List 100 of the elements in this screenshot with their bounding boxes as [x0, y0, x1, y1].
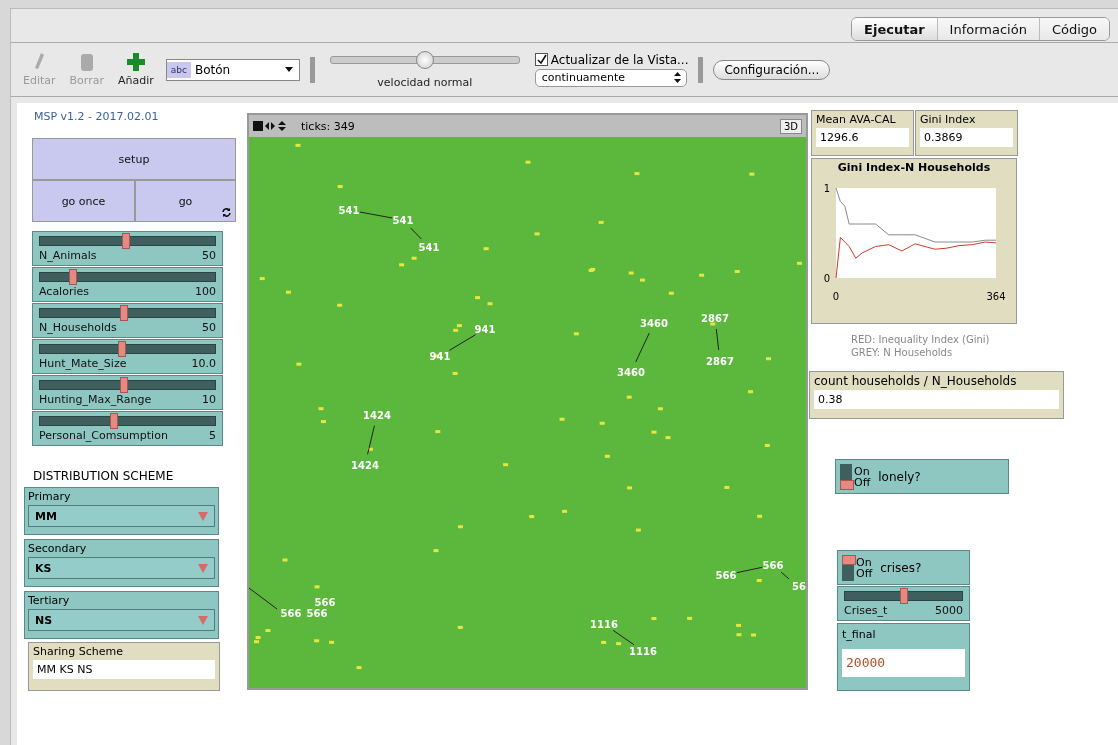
update-mode-select[interactable]: continuamente	[534, 68, 687, 87]
chooser-field[interactable]: KS	[28, 557, 215, 579]
slider-label: Crises_t	[844, 604, 888, 617]
slider-value: 50	[202, 249, 216, 262]
model-button[interactable]: setup	[32, 138, 236, 180]
plot-title: Gini Index-N Households	[836, 161, 992, 174]
link-line	[635, 332, 650, 363]
speed-slider[interactable]	[329, 50, 520, 70]
turtle-label: 566	[280, 608, 302, 619]
switch-label: crises?	[880, 560, 922, 575]
dropdown-value: Botón	[195, 62, 232, 77]
view-controls-icon	[253, 120, 287, 132]
switch-toggle[interactable]	[840, 463, 852, 490]
speed-label: velocidad normal	[377, 76, 473, 89]
slider-label: Hunting_Max_Range	[39, 393, 152, 406]
slider-thumb[interactable]	[120, 305, 128, 321]
tab[interactable]: Información	[937, 18, 1040, 40]
settings-button[interactable]: Configuración...	[713, 59, 831, 80]
switch-on-text: On	[856, 556, 873, 568]
turtle-label: 941	[429, 351, 451, 362]
slider[interactable]: Hunting_Max_Range 10	[32, 375, 223, 410]
turtle-label: 941	[474, 324, 496, 335]
dropdown-triangle-icon	[198, 615, 208, 625]
chooser-field[interactable]: NS	[28, 609, 215, 631]
turtle-label: 541	[418, 242, 440, 253]
turtle-label: 541	[392, 215, 414, 226]
chooser[interactable]: Secondary KS	[24, 539, 219, 587]
link-line	[715, 328, 720, 351]
link-line	[249, 587, 278, 610]
monitor-value: MM KS NS	[33, 660, 215, 679]
switch-label: lonely?	[878, 469, 921, 484]
switch-toggle[interactable]	[842, 554, 854, 581]
tab[interactable]: Ejecutar	[852, 18, 938, 40]
monitor-label: Sharing Scheme	[33, 645, 124, 658]
monitor-value: 0.3869	[920, 128, 1013, 147]
link-line	[367, 425, 375, 455]
checkbox[interactable]	[534, 53, 548, 66]
trash-can-icon	[79, 52, 94, 72]
chooser-value: NS	[35, 613, 53, 627]
monitor-label: Mean AVA-CAL	[816, 113, 897, 126]
slider-thumb[interactable]	[120, 377, 128, 393]
switch-off-text: Off	[854, 476, 871, 488]
model-button[interactable]: go once	[32, 180, 135, 222]
toolbar-separator	[698, 56, 704, 83]
slider-thumb[interactable]	[118, 341, 127, 357]
dropdown-triangle-icon	[198, 511, 208, 521]
slider-thumb[interactable]	[69, 269, 78, 285]
chooser[interactable]: Tertiary NS	[24, 591, 219, 639]
slider-value: 100	[195, 285, 216, 298]
chooser[interactable]: Primary MM	[24, 487, 219, 535]
slider-thumb[interactable]	[121, 233, 130, 249]
input-field[interactable]: 20000	[842, 649, 965, 677]
slider[interactable]: N_Households 50	[32, 303, 223, 338]
turtle-label: 566	[306, 608, 328, 619]
slider-label: N_Animals	[39, 249, 97, 262]
pencil-icon	[33, 52, 46, 72]
dropdown-triangle-icon	[198, 563, 208, 573]
legend-note: RED: Inequality Index (Gini)	[851, 334, 990, 345]
plus-icon	[126, 52, 145, 72]
turtle-label: 56	[792, 581, 806, 592]
monitor-label: Gini Index	[920, 113, 977, 126]
slider-thumb[interactable]	[899, 588, 908, 604]
chooser-value: MM	[35, 509, 57, 523]
slider-thumb[interactable]	[109, 413, 118, 429]
chooser-label: Primary	[27, 489, 72, 505]
slider-label: N_Households	[39, 321, 117, 334]
slider-value: 10	[202, 393, 216, 406]
widget-type-dropdown[interactable]: abc Botón	[165, 58, 300, 81]
toolbar-button[interactable]: Añadir	[116, 52, 156, 87]
turtle-label: 2867	[701, 313, 729, 324]
y-tick: 0	[823, 273, 830, 284]
turtle-label: 2867	[706, 356, 734, 367]
slider[interactable]: Acalories 100	[32, 267, 223, 302]
model-button[interactable]: go	[135, 180, 236, 222]
chooser-field[interactable]: MM	[28, 505, 215, 527]
slider[interactable]: Hunt_Mate_Size 10.0	[32, 339, 223, 374]
slider[interactable]: Personal_Comsumption 5	[32, 411, 223, 446]
turtle-label: 3460	[617, 367, 645, 378]
section-title: DISTRIBUTION SCHEME	[33, 469, 174, 483]
stepper-icon	[673, 72, 681, 83]
turtle-label: 566	[314, 597, 336, 608]
3d-button[interactable]: 3D	[779, 118, 802, 134]
speed-knob[interactable]	[415, 51, 434, 69]
monitor-value: 0.38	[814, 390, 1059, 409]
monitor-label: count households / N_Households	[814, 374, 1018, 388]
chooser-label: Secondary	[27, 541, 88, 557]
x-tick: 364	[986, 291, 1006, 302]
slider[interactable]: N_Animals 50	[32, 231, 223, 266]
slider-value: 10.0	[191, 357, 216, 370]
switch-off-text: Off	[856, 567, 873, 579]
turtle-label: 1424	[363, 410, 391, 421]
link-line	[410, 227, 422, 240]
model-version-note: MSP v1.2 - 2017.02.01	[34, 110, 159, 123]
tab[interactable]: Código	[1039, 18, 1109, 40]
legend-note: GREY: N Households	[851, 347, 953, 358]
slider[interactable]: Crises_t 5000	[837, 586, 970, 621]
chooser-value: KS	[35, 561, 52, 575]
ticks-counter: ticks: 349	[301, 119, 355, 133]
y-tick: 1	[823, 183, 830, 194]
link-line	[359, 211, 393, 219]
